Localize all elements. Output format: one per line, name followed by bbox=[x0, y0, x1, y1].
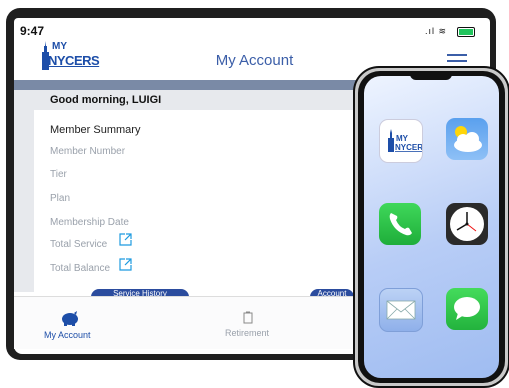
piggy-bank-icon bbox=[62, 311, 78, 326]
tab-label-retirement: Retirement bbox=[225, 328, 270, 338]
status-time: 9:47 bbox=[20, 24, 45, 38]
battery-icon bbox=[457, 27, 475, 37]
messages-app-icon[interactable] bbox=[446, 288, 488, 330]
nycers-logo-glyph: MY NYCERS bbox=[388, 129, 429, 152]
plan-label: Plan bbox=[50, 193, 71, 204]
phone-notch bbox=[410, 72, 452, 80]
svg-text:MY: MY bbox=[396, 134, 409, 143]
phone-app-icon[interactable] bbox=[379, 203, 421, 245]
member-summary-title: Member Summary bbox=[50, 124, 141, 136]
tab-label-my-account: My Account bbox=[44, 330, 91, 340]
menu-icon-line bbox=[447, 60, 467, 62]
phone-handset-icon bbox=[389, 213, 412, 236]
clock-app-icon[interactable] bbox=[446, 203, 488, 245]
sun-cloud-icon bbox=[454, 126, 482, 152]
total-service-label: Total Service bbox=[50, 239, 108, 250]
speech-bubble-icon bbox=[454, 297, 480, 320]
member-number-label: Member Number bbox=[50, 146, 126, 157]
signal-wifi-icon: .ıl ≋ bbox=[425, 26, 448, 36]
nycers-app-icon[interactable]: MY NYCERS bbox=[379, 119, 429, 163]
envelope-icon bbox=[386, 300, 416, 320]
mail-app-icon[interactable] bbox=[379, 288, 423, 332]
weather-app-icon[interactable] bbox=[446, 118, 488, 160]
external-link-icon[interactable] bbox=[119, 258, 132, 271]
svg-text:NYCERS: NYCERS bbox=[395, 143, 422, 152]
logo-text-my: MY bbox=[52, 41, 67, 52]
total-balance-label: Total Balance bbox=[50, 263, 111, 274]
external-link-icon[interactable] bbox=[119, 233, 132, 246]
clock-face-icon bbox=[450, 207, 484, 241]
document-icon bbox=[243, 311, 253, 324]
membership-date-label: Membership Date bbox=[50, 217, 129, 228]
greeting-text: Good morning, LUIGI bbox=[50, 94, 162, 106]
menu-icon bbox=[447, 54, 467, 56]
tier-label: Tier bbox=[50, 169, 67, 180]
